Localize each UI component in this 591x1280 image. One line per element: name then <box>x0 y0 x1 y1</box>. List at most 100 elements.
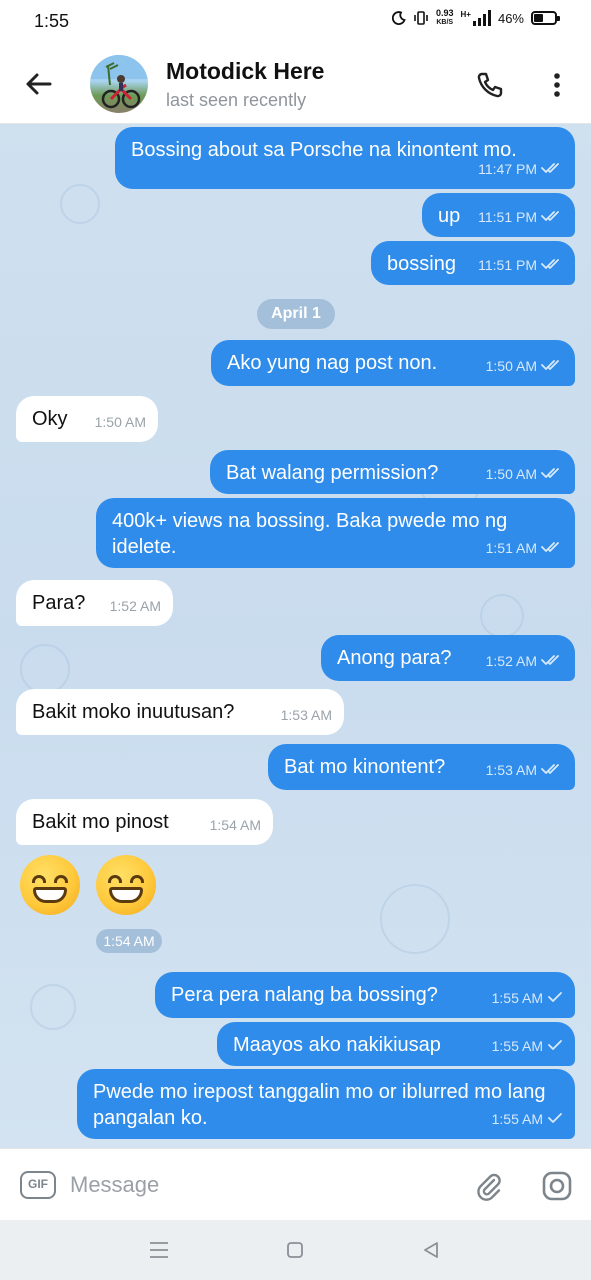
battery-icon <box>531 11 560 25</box>
avatar-image <box>90 55 148 109</box>
back-triangle-icon <box>424 1242 438 1258</box>
message-bubble-outgoing[interactable]: Anong para? 1:52 AM <box>321 635 575 681</box>
vibrate-icon <box>414 11 428 25</box>
signal-indicator: H+ <box>461 10 491 26</box>
message-time: 1:54 AM <box>209 817 261 833</box>
message-text: Ako yung nag post non. <box>227 352 438 374</box>
single-check-icon <box>547 1106 563 1132</box>
message-time: 1:54 AM <box>96 929 162 953</box>
paperclip-icon <box>477 1173 501 1201</box>
message-text: Oky <box>32 408 68 430</box>
home-icon <box>287 1242 303 1258</box>
double-check-icon <box>541 353 563 379</box>
status-time: 1:55 <box>34 11 70 31</box>
message-time: 1:52 AM <box>109 598 161 614</box>
back-button[interactable] <box>20 66 56 102</box>
message-meta: 1:50 AM <box>486 461 563 487</box>
message-time: 1:55 AM <box>491 1038 543 1054</box>
avatar[interactable] <box>90 55 148 113</box>
message-bubble-outgoing[interactable]: 400k+ views na bossing. Baka pwede mo ng… <box>96 498 575 568</box>
more-options-button[interactable] <box>543 68 571 102</box>
message-meta: 1:55 AM <box>492 1106 563 1132</box>
message-time: 1:50 AM <box>94 414 146 430</box>
message-meta: 1:50 AM <box>95 409 146 435</box>
message-bubble-outgoing[interactable]: bossing 11:51 PM <box>371 241 575 285</box>
message-bubble-incoming[interactable]: Oky 1:50 AM <box>16 396 158 442</box>
message-meta: 11:51 PM <box>478 204 563 230</box>
wallpaper-doodle <box>480 594 524 638</box>
grinning-face-emoji[interactable] <box>20 855 80 915</box>
message-bubble-incoming[interactable]: Bakit mo pinost 1:54 AM <box>16 799 273 845</box>
message-text: up <box>438 205 461 227</box>
status-icons: 0.93 KB/S H+ 46% <box>391 9 560 27</box>
message-meta: 1:54 AM <box>210 812 261 838</box>
double-check-icon <box>541 156 563 182</box>
message-bubble-outgoing[interactable]: Ako yung nag post non. 1:50 AM <box>211 340 575 386</box>
message-time: 1:55 AM <box>491 1111 543 1127</box>
attach-button[interactable] <box>472 1169 506 1203</box>
message-meta: 1:52 AM <box>486 648 563 674</box>
message-bubble-outgoing[interactable]: Pera pera nalang ba bossing? 1:55 AM <box>155 972 575 1018</box>
call-button[interactable] <box>473 68 507 102</box>
arrow-left-icon <box>26 73 52 95</box>
double-check-icon <box>541 757 563 783</box>
message-time: 1:50 AM <box>485 466 537 482</box>
system-nav-bar <box>0 1220 591 1280</box>
message-bubble-outgoing[interactable]: Pwede mo irepost tanggalin mo or iblurre… <box>77 1069 575 1139</box>
message-text: Para? <box>32 592 86 614</box>
status-bar: 1:55 0.93 KB/S H+ 46% <box>0 0 591 44</box>
message-time: 11:51 PM <box>478 209 537 225</box>
double-check-icon <box>541 648 563 674</box>
contact-name[interactable]: Motodick Here <box>166 58 324 85</box>
signal-bars-icon <box>472 10 491 26</box>
phone-icon <box>477 72 503 98</box>
message-input[interactable] <box>70 1167 450 1203</box>
message-meta: 1:52 AM <box>110 593 161 619</box>
message-time: 1:51 AM <box>485 540 537 556</box>
double-check-icon <box>541 535 563 561</box>
message-meta: 1:50 AM <box>486 353 563 379</box>
menu-icon <box>150 1242 168 1258</box>
wallpaper-doodle <box>30 984 76 1030</box>
message-text: Pwede mo irepost tanggalin mo or iblurre… <box>93 1081 546 1129</box>
message-bubble-outgoing[interactable]: Bat walang permission? 1:50 AM <box>210 450 575 494</box>
grinning-face-emoji[interactable] <box>96 855 156 915</box>
message-text: Bossing about sa Porsche na kinontent mo… <box>131 139 517 161</box>
contact-status: last seen recently <box>166 90 307 110</box>
message-bubble-outgoing[interactable]: Bat mo kinontent? 1:53 AM <box>268 744 575 790</box>
message-meta: 1:51 AM <box>486 535 563 561</box>
message-time: 1:55 AM <box>491 990 543 1006</box>
double-check-icon <box>541 204 563 230</box>
message-bubble-outgoing[interactable]: Maayos ako nakikiusap 1:55 AM <box>217 1022 575 1066</box>
message-text: Anong para? <box>337 647 452 669</box>
date-separator: April 1 <box>257 299 335 329</box>
recent-apps-button[interactable] <box>145 1236 173 1264</box>
nav-back-button[interactable] <box>417 1236 445 1264</box>
message-meta: 11:51 PM <box>478 252 563 278</box>
message-time: 1:52 AM <box>485 653 537 669</box>
gif-button[interactable]: GIF <box>20 1171 56 1199</box>
message-time: 1:50 AM <box>485 358 537 374</box>
message-time: 11:51 PM <box>478 257 537 273</box>
wallpaper-doodle <box>380 884 450 954</box>
camera-button[interactable] <box>540 1169 574 1203</box>
camera-icon <box>542 1171 572 1201</box>
wallpaper-doodle <box>20 644 70 694</box>
message-meta: 11:47 PM <box>478 156 563 182</box>
message-text: Bat mo kinontent? <box>284 756 446 778</box>
chat-header: Motodick Here last seen recently <box>0 44 591 124</box>
message-text: Bakit moko inuutusan? <box>32 701 235 723</box>
message-meta: 1:53 AM <box>486 757 563 783</box>
single-check-icon <box>547 1033 563 1059</box>
message-bubble-outgoing[interactable]: Bossing about sa Porsche na kinontent mo… <box>115 127 575 189</box>
message-bubble-incoming[interactable]: Bakit moko inuutusan? 1:53 AM <box>16 689 344 735</box>
message-text: Maayos ako nakikiusap <box>233 1034 441 1056</box>
message-time: 11:47 PM <box>478 161 537 177</box>
message-bubble-incoming[interactable]: Para? 1:52 AM <box>16 580 173 626</box>
double-check-icon <box>541 461 563 487</box>
single-check-icon <box>547 985 563 1011</box>
home-button[interactable] <box>281 1236 309 1264</box>
message-bubble-outgoing[interactable]: up 11:51 PM <box>422 193 575 237</box>
message-time: 1:53 AM <box>485 762 537 778</box>
chat-area[interactable]: Bossing about sa Porsche na kinontent mo… <box>0 124 591 1148</box>
